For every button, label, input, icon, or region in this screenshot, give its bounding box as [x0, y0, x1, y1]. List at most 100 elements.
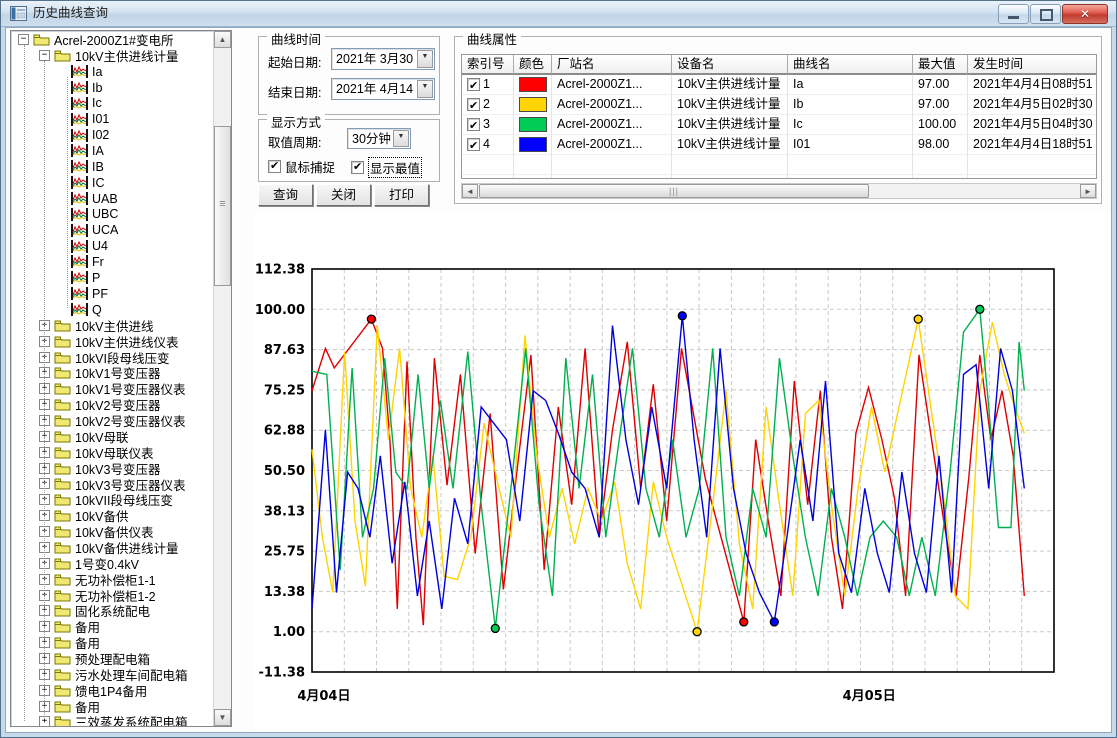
mouse-capture-label: 鼠标捕捉	[285, 157, 335, 176]
svg-text:100.00: 100.00	[255, 303, 305, 318]
tree-item-curve[interactable]: PF	[11, 286, 214, 302]
minimize-button[interactable]	[998, 4, 1029, 24]
device-cell: 10kV主供进线计量	[672, 115, 788, 135]
color-cell	[514, 115, 552, 135]
print-button[interactable]: 打印	[374, 184, 429, 206]
table-row[interactable]: 4Acrel-2000Z1...10kV主供进线计量I0198.002021年4…	[462, 135, 1096, 155]
empty-cell	[672, 155, 788, 175]
tree-item-measure-group[interactable]: 10kV主供进线计量	[11, 48, 214, 64]
time-cell: 2021年4月4日18时51	[968, 135, 1097, 155]
curve-table-body: 1Acrel-2000Z1...10kV主供进线计量Ia97.002021年4月…	[462, 75, 1096, 179]
column-header[interactable]: 厂站名	[552, 55, 672, 75]
period-combobox[interactable]: 30分钟	[347, 128, 411, 149]
tree-item-curve[interactable]: P	[11, 270, 214, 286]
restore-button[interactable]	[1030, 4, 1061, 24]
checkbox-check-icon[interactable]	[268, 160, 281, 173]
folder-icon	[54, 446, 75, 459]
column-header[interactable]: 颜色	[514, 55, 552, 75]
tree-item-curve[interactable]: Fr	[11, 254, 214, 270]
close-dialog-button[interactable]: 关闭	[316, 184, 371, 206]
hscrollbar-thumb[interactable]	[479, 184, 869, 198]
collapse-icon[interactable]	[18, 34, 29, 45]
curve-chart-svg: 112.38100.0087.6375.2562.8850.5038.1325.…	[254, 212, 1110, 732]
tree-item-label: UCA	[92, 223, 118, 237]
curve-visible-checkbox[interactable]	[467, 138, 480, 151]
folder-icon	[54, 573, 75, 586]
curve-property-group-title: 曲线属性	[463, 29, 521, 48]
table-row[interactable]: 2Acrel-2000Z1...10kV主供进线计量Ib97.002021年4月…	[462, 95, 1096, 115]
tree-item-folder[interactable]: 三效蒸发系统配电箱	[11, 714, 214, 726]
show-extremes-checkbox[interactable]: 显示最值	[351, 157, 422, 178]
scroll-up-icon[interactable]	[214, 31, 231, 48]
tree-item-curve[interactable]: UAB	[11, 191, 214, 207]
column-header[interactable]: 发生时间	[968, 55, 1097, 75]
tree-guide-level1	[44, 61, 45, 719]
scroll-down-icon[interactable]	[214, 709, 231, 726]
end-date-combobox[interactable]: 2021年 4月14	[331, 78, 435, 100]
checkbox-check-icon[interactable]	[351, 161, 364, 174]
curve-leaf-icon	[71, 81, 92, 94]
collapse-icon[interactable]	[39, 50, 50, 61]
curve-leaf-icon	[71, 65, 92, 78]
start-date-label: 起始日期:	[268, 52, 321, 71]
tree-item-curve[interactable]: IC	[11, 175, 214, 191]
title-bar[interactable]: 历史曲线查询	[1, 1, 1116, 27]
tree-item-curve[interactable]: IA	[11, 143, 214, 159]
folder-icon	[54, 335, 75, 348]
table-row[interactable]: 1Acrel-2000Z1...10kV主供进线计量Ia97.002021年4月…	[462, 75, 1096, 95]
scroll-right-icon[interactable]	[1080, 184, 1096, 198]
column-header[interactable]: 曲线名	[788, 55, 913, 75]
scroll-left-icon[interactable]	[462, 184, 478, 198]
svg-text:-11.38: -11.38	[258, 666, 305, 681]
empty-table-row	[462, 155, 1096, 175]
folder-icon	[54, 414, 75, 427]
index-cell: 2	[462, 95, 514, 115]
empty-cell	[913, 155, 968, 175]
tree-item-folder[interactable]: 馈电1P4备用	[11, 682, 214, 698]
svg-text:1.00: 1.00	[273, 625, 305, 640]
empty-cell	[913, 175, 968, 179]
tree-scrollbar-thumb[interactable]	[214, 126, 231, 286]
chevron-down-icon[interactable]	[417, 50, 433, 68]
tree-item-curve[interactable]: I01	[11, 111, 214, 127]
chevron-down-icon[interactable]	[417, 80, 433, 98]
empty-cell	[514, 155, 552, 175]
index-cell: 3	[462, 115, 514, 135]
curve-table-hscrollbar[interactable]	[461, 183, 1097, 199]
tree-item-curve[interactable]: IB	[11, 159, 214, 175]
folder-icon	[54, 49, 75, 62]
device-cell: 10kV主供进线计量	[672, 75, 788, 95]
curve-visible-checkbox[interactable]	[467, 78, 480, 91]
svg-text:87.63: 87.63	[264, 343, 305, 358]
color-cell	[514, 75, 552, 95]
tree-item-curve[interactable]: UBC	[11, 206, 214, 222]
tree-item-curve[interactable]: Ib	[11, 80, 214, 96]
column-header[interactable]: 设备名	[672, 55, 788, 75]
tree-item-curve[interactable]: I02	[11, 127, 214, 143]
tree-item-folder[interactable]: 固化系统配电	[11, 603, 214, 619]
tree-item-curve[interactable]: UCA	[11, 222, 214, 238]
time-cell: 2021年4月5日04时30	[968, 115, 1097, 135]
tree-item-curve[interactable]: Ia	[11, 64, 214, 80]
close-button[interactable]	[1062, 4, 1108, 24]
column-header[interactable]: 最大值	[913, 55, 968, 75]
query-button[interactable]: 查询	[258, 184, 313, 206]
start-date-combobox[interactable]: 2021年 3月30	[331, 48, 435, 70]
table-row[interactable]: 3Acrel-2000Z1...10kV主供进线计量Ic100.002021年4…	[462, 115, 1096, 135]
tree-scrollbar[interactable]	[213, 31, 231, 726]
curve-visible-checkbox[interactable]	[467, 98, 480, 111]
tree-guide-root	[24, 45, 25, 721]
curve-table-header[interactable]: 索引号颜色厂站名设备名曲线名最大值发生时间	[462, 55, 1096, 75]
tree-item-label: P	[92, 271, 100, 285]
curve-visible-checkbox[interactable]	[467, 118, 480, 131]
tree-item-label: 三效蒸发系统配电箱	[75, 712, 188, 726]
mouse-capture-checkbox[interactable]: 鼠标捕捉	[268, 157, 335, 176]
tree-item-curve[interactable]: U4	[11, 238, 214, 254]
column-header[interactable]: 索引号	[462, 55, 514, 75]
folder-icon	[54, 351, 75, 364]
folder-icon	[54, 652, 75, 665]
tree-item-folder[interactable]: 备用	[11, 619, 214, 635]
chevron-down-icon[interactable]	[393, 130, 409, 147]
tree-item-curve[interactable]: Ic	[11, 95, 214, 111]
tree-item-label: I02	[92, 128, 109, 142]
